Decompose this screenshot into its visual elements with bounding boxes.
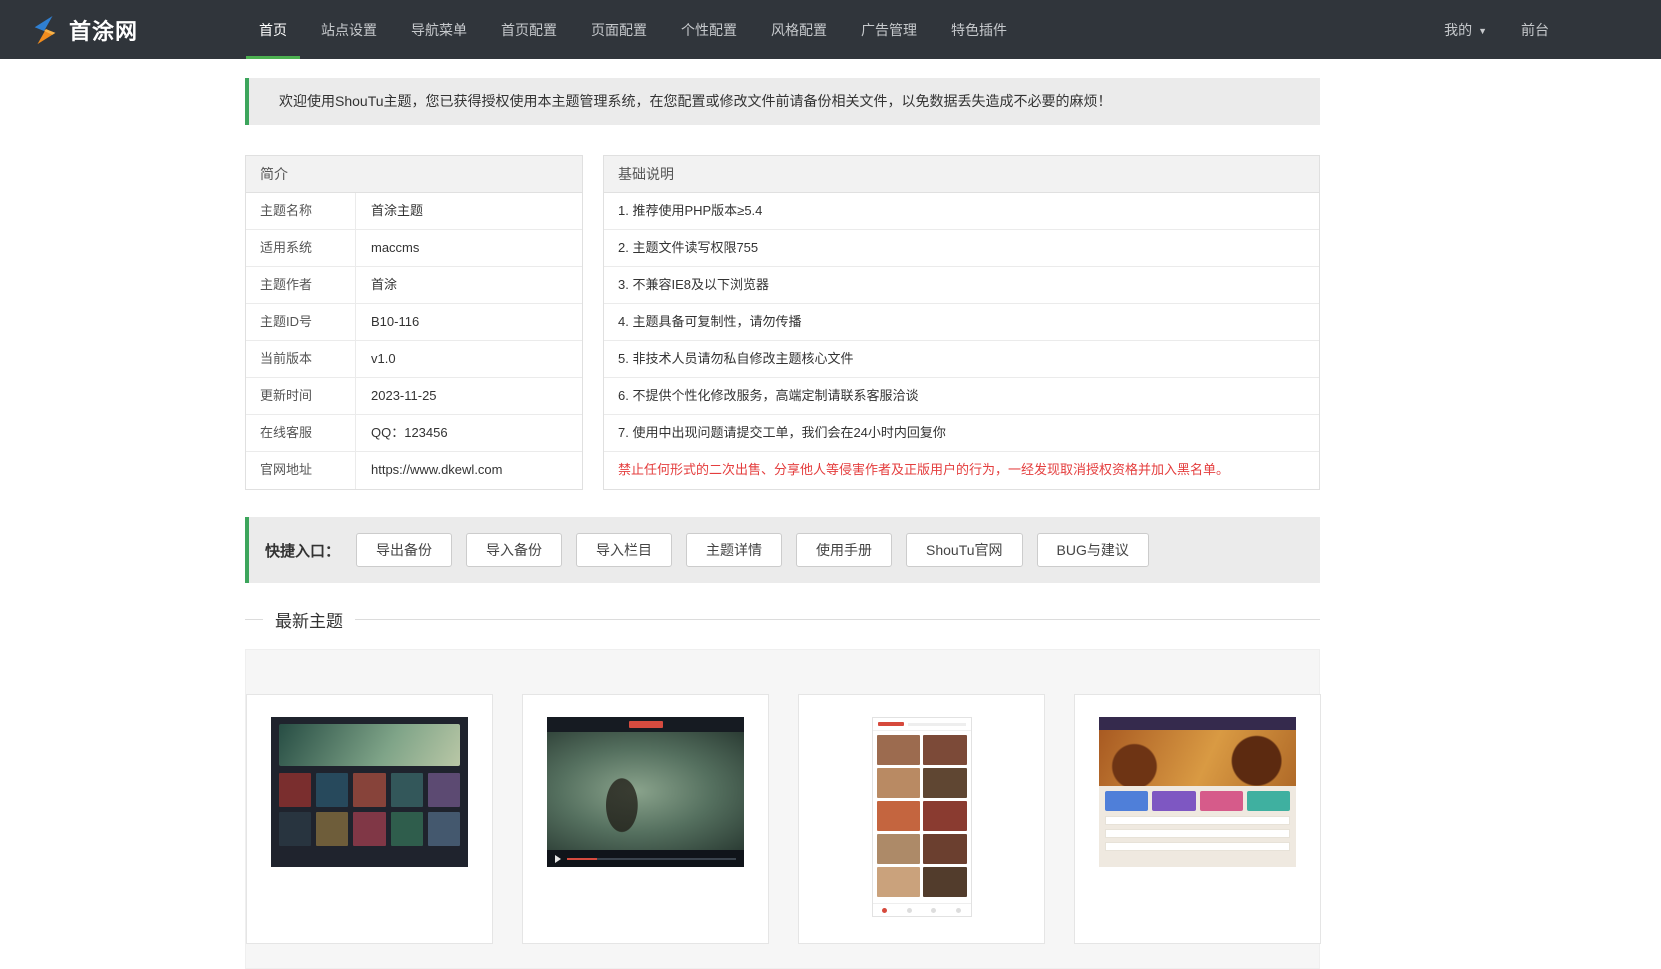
logo-icon [30, 15, 60, 45]
intro-row: 更新时间 2023-11-25 [246, 378, 582, 415]
intro-row-label: 官网地址 [246, 452, 356, 489]
intro-row-value: QQ：123456 [371, 425, 448, 440]
instruction-item: 3. 不兼容IE8及以下浏览器 [604, 267, 1319, 304]
theme-thumbnail-mobile-app [871, 717, 972, 917]
official-site-link[interactable]: https://www.dkewl.com [371, 462, 503, 477]
intro-row-label: 主题ID号 [246, 304, 356, 340]
latest-themes-title: 最新主题 [275, 611, 343, 631]
export-backup-button[interactable]: 导出备份 [356, 533, 453, 567]
latest-themes-panel [245, 649, 1321, 969]
instruction-item: 4. 主题具备可复制性，请勿传播 [604, 304, 1319, 341]
intro-row-value: v1.0 [371, 351, 396, 366]
intro-row-value: 首涂主题 [371, 203, 424, 218]
logo[interactable]: 首涂网 [0, 0, 138, 59]
import-backup-button[interactable]: 导入备份 [466, 533, 563, 567]
user-manual-button[interactable]: 使用手册 [796, 533, 893, 567]
nav-item-style-config[interactable]: 风格配置 [754, 0, 844, 59]
front-site-link[interactable]: 前台 [1521, 20, 1549, 40]
instruction-item: 6. 不提供个性化修改服务，高端定制请联系客服洽谈 [604, 378, 1319, 415]
intro-row: 主题名称 首涂主题 [246, 193, 582, 230]
instruction-item: 1. 推荐使用PHP版本≥5.4 [604, 193, 1319, 230]
nav-item-home[interactable]: 首页 [242, 0, 304, 59]
instructions-panel-title: 基础说明 [604, 156, 1319, 193]
theme-card-game-portal[interactable] [1074, 694, 1321, 944]
quick-entry-bar: 快捷入口： 导出备份 导入备份 导入栏目 主题详情 使用手册 ShouTu官网 … [245, 517, 1320, 583]
intro-row: 官网地址 https://www.dkewl.com [246, 452, 582, 489]
top-navbar: 首涂网 首页 站点设置 导航菜单 首页配置 页面配置 个性配置 风格配置 广告管… [0, 0, 1661, 59]
intro-panel: 简介 主题名称 首涂主题 适用系统 maccms 主题作者 首涂 主题ID号 B… [245, 155, 583, 490]
main-nav: 首页 站点设置 导航菜单 首页配置 页面配置 个性配置 风格配置 广告管理 特色… [242, 0, 1024, 59]
intro-row: 主题ID号 B10-116 [246, 304, 582, 341]
play-icon [555, 854, 561, 863]
nav-item-home-config[interactable]: 首页配置 [484, 0, 574, 59]
intro-row-value: B10-116 [371, 314, 420, 329]
intro-row: 在线客服 QQ：123456 [246, 415, 582, 452]
nav-item-plugins[interactable]: 特色插件 [934, 0, 1024, 59]
main-content: 欢迎使用ShouTu主题，您已获得授权使用本主题管理系统，在您配置或修改文件前请… [245, 78, 1321, 969]
logo-text: 首涂网 [69, 18, 139, 44]
nav-item-site-settings[interactable]: 站点设置 [304, 0, 394, 59]
latest-themes-heading: 最新主题 [245, 607, 1320, 631]
intro-row-label: 主题名称 [246, 193, 356, 229]
theme-card-video-player[interactable] [522, 694, 769, 944]
theme-card-mobile-app[interactable] [798, 694, 1045, 944]
welcome-text: 欢迎使用ShouTu主题，您已获得授权使用本主题管理系统，在您配置或修改文件前请… [279, 93, 1112, 109]
theme-thumbnail-dark-movie [271, 717, 468, 867]
quick-entry-label: 快捷入口： [265, 542, 341, 560]
intro-row: 当前版本 v1.0 [246, 341, 582, 378]
theme-card-dark-movie[interactable] [246, 694, 493, 944]
welcome-banner: 欢迎使用ShouTu主题，您已获得授权使用本主题管理系统，在您配置或修改文件前请… [245, 78, 1320, 125]
intro-row-value: 2023-11-25 [371, 388, 437, 403]
intro-row-label: 在线客服 [246, 415, 356, 451]
shoutu-official-button[interactable]: ShouTu官网 [906, 533, 1023, 567]
player-badge [628, 721, 663, 728]
intro-row-value: 首涂 [371, 277, 398, 292]
intro-row: 适用系统 maccms [246, 230, 582, 267]
theme-details-button[interactable]: 主题详情 [686, 533, 783, 567]
intro-row-label: 更新时间 [246, 378, 356, 414]
bug-suggestion-button[interactable]: BUG与建议 [1036, 533, 1149, 567]
my-dropdown-label: 我的 [1444, 21, 1473, 38]
intro-row-label: 当前版本 [246, 341, 356, 377]
intro-panel-title: 简介 [246, 156, 582, 193]
info-panels: 简介 主题名称 首涂主题 适用系统 maccms 主题作者 首涂 主题ID号 B… [245, 155, 1320, 490]
intro-row-label: 适用系统 [246, 230, 356, 266]
theme-thumbnail-game-portal [1099, 717, 1296, 867]
theme-cards-row [246, 694, 1321, 944]
instruction-warning: 禁止任何形式的二次出售、分享他人等侵害作者及正版用户的行为，一经发现取消授权资格… [618, 462, 1230, 477]
intro-row-value: maccms [371, 240, 420, 255]
instruction-item: 2. 主题文件读写权限755 [604, 230, 1319, 267]
intro-row: 主题作者 首涂 [246, 267, 582, 304]
instruction-item: 7. 使用中出现问题请提交工单，我们会在24小时内回复你 [604, 415, 1319, 452]
heading-line-right [355, 618, 1320, 620]
instruction-item: 5. 非技术人员请勿私自修改主题核心文件 [604, 341, 1319, 378]
instructions-panel: 基础说明 1. 推荐使用PHP版本≥5.4 2. 主题文件读写权限755 3. … [603, 155, 1320, 490]
theme-thumbnail-video-player [547, 717, 744, 867]
heading-line-left [245, 618, 263, 620]
progress-bar [567, 857, 736, 860]
nav-item-personal-config[interactable]: 个性配置 [664, 0, 754, 59]
import-columns-button[interactable]: 导入栏目 [576, 533, 673, 567]
my-dropdown[interactable]: 我的 ▼ [1444, 20, 1487, 40]
navbar-right: 我的 ▼ 前台 [1444, 0, 1661, 59]
intro-row-label: 主题作者 [246, 267, 356, 303]
chevron-down-icon: ▼ [1478, 25, 1487, 36]
nav-item-page-config[interactable]: 页面配置 [574, 0, 664, 59]
nav-item-nav-menu[interactable]: 导航菜单 [394, 0, 484, 59]
nav-item-ad-manage[interactable]: 广告管理 [844, 0, 934, 59]
